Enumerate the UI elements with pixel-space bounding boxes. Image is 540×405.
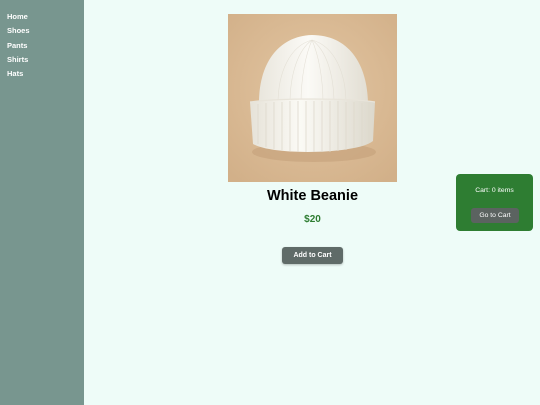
sidebar-item-home[interactable]: Home [0, 12, 84, 26]
product-title: White Beanie [266, 188, 359, 204]
add-to-cart-button[interactable]: Add to Cart [282, 247, 343, 264]
sidebar-item-shoes[interactable]: Shoes [0, 26, 84, 40]
sidebar-item-pants[interactable]: Pants [0, 41, 84, 55]
sidebar: Home Shoes Pants Shirts Hats [0, 0, 84, 405]
go-to-cart-button[interactable]: Go to Cart [471, 208, 519, 223]
cart-count: Cart: 0 items [475, 187, 514, 194]
sidebar-item-shirts[interactable]: Shirts [0, 55, 84, 69]
product-image [228, 14, 397, 182]
cart-panel: Cart: 0 items Go to Cart [456, 174, 533, 231]
beanie-image [228, 14, 397, 182]
product-price: $20 [304, 214, 321, 225]
sidebar-item-hats[interactable]: Hats [0, 69, 84, 83]
